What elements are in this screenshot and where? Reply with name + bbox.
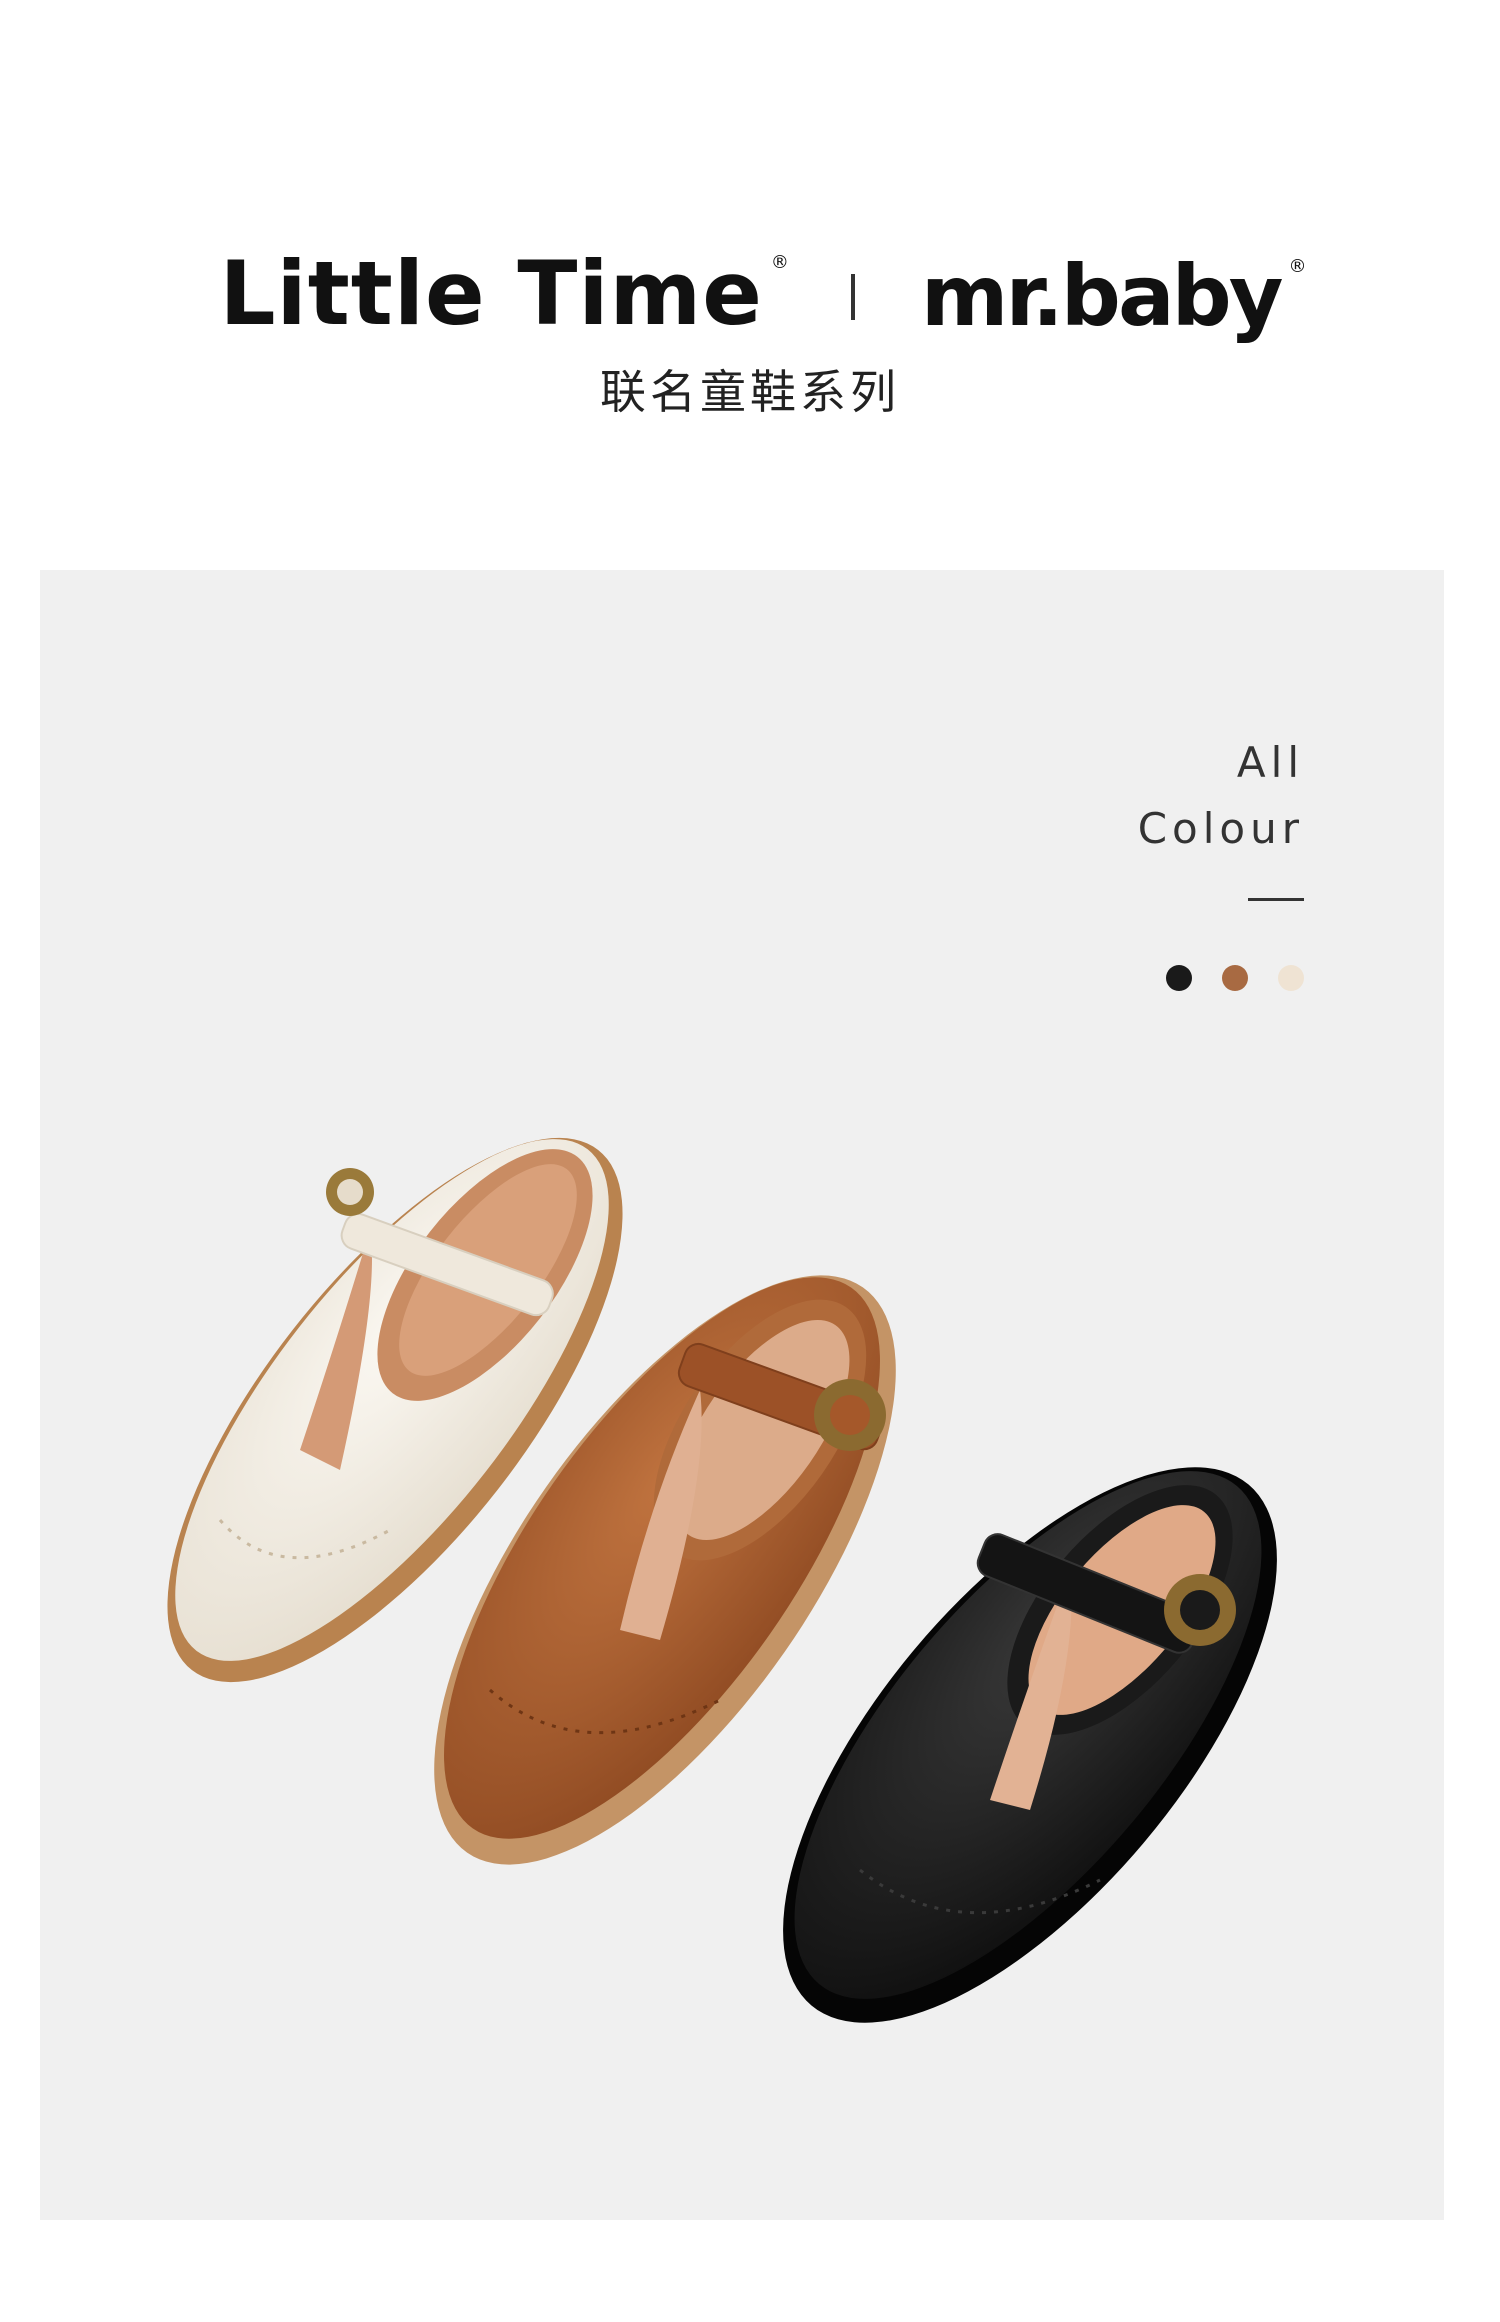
header: Little Time ® mr.baby ® 联名童鞋系列 [0,0,1500,570]
color-swatches [1138,965,1304,991]
product-showcase: All Colour [40,570,1444,2220]
accent-dash [1248,898,1304,901]
color-options-panel: All Colour [1138,730,1304,991]
swatch-brown[interactable] [1222,965,1248,991]
brand-divider [850,274,855,320]
brand-logo-row: Little Time ® mr.baby ® [0,238,1500,345]
swatch-black[interactable] [1166,965,1192,991]
brand-logo-little-time: Little Time ® [219,242,789,345]
series-subtitle: 联名童鞋系列 [600,365,900,419]
swatch-cream[interactable] [1278,965,1304,991]
colour-label: Colour [1137,804,1304,853]
brand-logo-mr-baby: mr.baby ® [920,247,1307,345]
all-label: All [1236,738,1304,787]
